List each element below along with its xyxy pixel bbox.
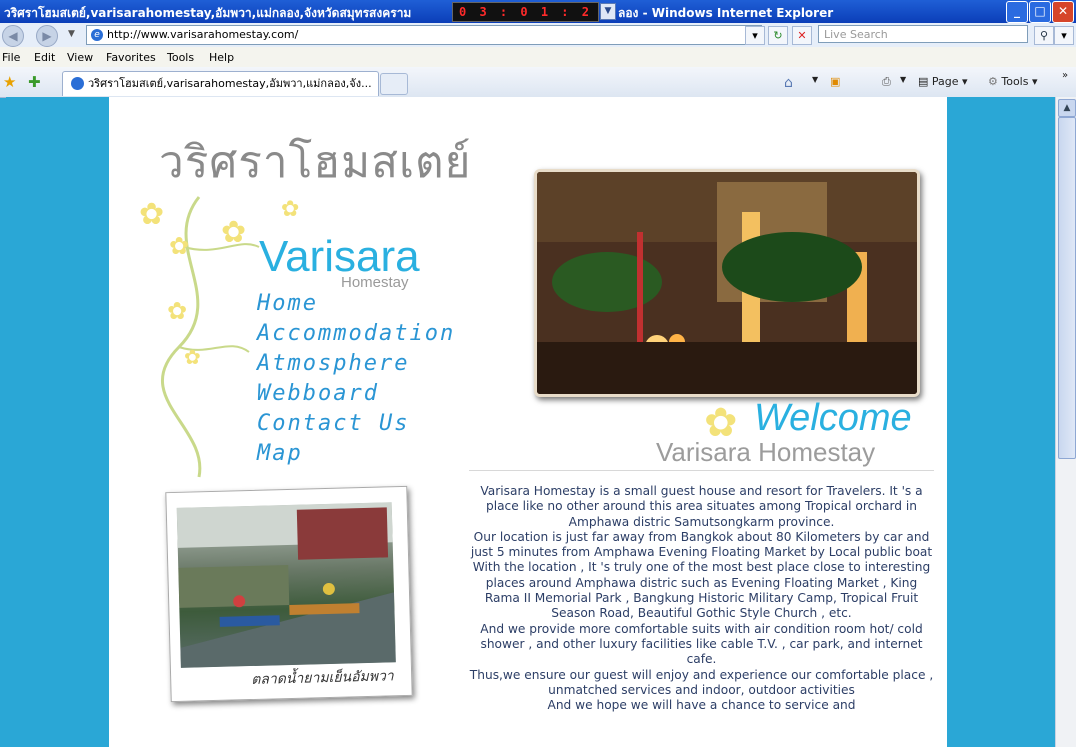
nav-accommodation[interactable]: Accommodation xyxy=(257,319,455,349)
search-icon[interactable]: ⚲ xyxy=(1034,26,1054,45)
intro-paragraph: Our location is just far away from Bangk… xyxy=(470,529,933,560)
flower-icon: ✿ xyxy=(184,345,201,369)
feeds-icon[interactable]: ▣ xyxy=(830,75,840,88)
timer-display: 0 3 : 0 1 : 2 0 xyxy=(452,2,599,37)
nav-contact-us[interactable]: Contact Us xyxy=(257,409,455,439)
back-button[interactable]: ◀ xyxy=(2,25,24,47)
close-button[interactable]: ✕ xyxy=(1052,1,1074,23)
favorites-star-icon[interactable]: ★ xyxy=(3,73,16,91)
window-title-bar: วริศราโฮมสเตย์,varisarahomestay,อัมพวา,แ… xyxy=(0,0,1076,37)
stop-icon[interactable]: ✕ xyxy=(792,26,812,45)
tab-bar: ★ ✚ วริศราโฮมสเตย์,varisarahomestay,อัมพ… xyxy=(0,67,1076,98)
flower-icon: ✿ xyxy=(281,197,300,222)
tools-menu[interactable]: ⚙ Tools ▾ xyxy=(988,75,1038,88)
flower-icon: ✿ xyxy=(167,297,188,325)
vertical-scrollbar[interactable]: ▲ xyxy=(1055,97,1076,747)
history-dropdown-icon[interactable]: ▼ xyxy=(68,29,75,39)
hero-photo xyxy=(534,169,920,397)
home-icon[interactable]: ⌂ xyxy=(784,75,793,91)
tab-title: วริศราโฮมสเตย์,varisarahomestay,อัมพวา,แ… xyxy=(88,77,372,90)
site-nav: Home Accommodation Atmosphere Webboard C… xyxy=(257,289,455,469)
menu-favorites[interactable]: Favorites xyxy=(106,51,156,64)
menu-edit[interactable]: Edit xyxy=(34,51,55,64)
flower-icon: ✿ xyxy=(139,197,165,232)
refresh-icon[interactable]: ↻ xyxy=(768,26,788,45)
menu-view[interactable]: View xyxy=(67,51,93,64)
search-options-icon[interactable]: ▾ xyxy=(1054,26,1074,45)
welcome-subheading: Varisara Homestay xyxy=(656,437,876,467)
logo-thai: วริศราโฮมสเตย์ xyxy=(159,137,472,188)
live-search-input[interactable]: Live Search xyxy=(818,25,1028,43)
address-dropdown-icon[interactable]: ▾ xyxy=(745,26,765,45)
timer-dropdown-icon[interactable]: ▼ xyxy=(600,3,616,20)
hero-photo-illustration xyxy=(537,172,917,394)
page-label: Page xyxy=(931,75,959,88)
address-url: http://www.varisarahomestay.com/ xyxy=(107,28,299,41)
nav-home[interactable]: Home xyxy=(257,289,455,319)
nav-map[interactable]: Map xyxy=(257,439,455,469)
ie-page-icon: e xyxy=(91,29,103,41)
window-title-right: ลอง - Windows Internet Explorer xyxy=(618,6,834,20)
menu-help[interactable]: Help xyxy=(209,51,234,64)
gear-icon: ⚙ xyxy=(988,75,1002,88)
intro-paragraph: And we provide more comfortable suits wi… xyxy=(480,621,923,667)
nav-atmosphere[interactable]: Atmosphere xyxy=(257,349,455,379)
nav-webboard[interactable]: Webboard xyxy=(257,379,455,409)
welcome-heading: Welcome xyxy=(754,397,912,439)
print-icon[interactable]: ⎙ xyxy=(882,75,891,89)
print-dropdown-icon[interactable]: ▼ xyxy=(900,75,906,84)
add-favorites-icon[interactable]: ✚ xyxy=(28,73,41,91)
maximize-button[interactable]: □ xyxy=(1029,1,1051,23)
chevron-more-icon[interactable]: » xyxy=(1062,70,1068,81)
market-photo-image xyxy=(176,502,396,668)
market-photo: ตลาดน้ำยามเย็นอัมพวา xyxy=(165,485,413,703)
intro-paragraph: Varisara Homestay is a small guest house… xyxy=(480,484,923,529)
web-content: ✿ ✿ ✿ ✿ ✿ ✿ ✿ วริศราโฮมสเตย์ Varisara Ho… xyxy=(6,97,1055,747)
intro-paragraph: And we hope we will have a chance to ser… xyxy=(547,698,856,713)
flower-icon: ✿ xyxy=(169,232,190,260)
minimize-button[interactable]: _ xyxy=(1006,1,1028,23)
flower-icon: ✿ xyxy=(221,215,247,250)
menu-bar: File Edit View Favorites Tools Help xyxy=(0,47,1076,67)
divider xyxy=(469,470,934,471)
page-icon: ▤ xyxy=(918,75,932,88)
menu-file[interactable]: File xyxy=(2,51,20,64)
site-page: ✿ ✿ ✿ ✿ ✿ ✿ ✿ วริศราโฮมสเตย์ Varisara Ho… xyxy=(109,97,947,747)
home-dropdown-icon[interactable]: ▼ xyxy=(812,75,818,84)
intro-text: Varisara Homestay is a small guest house… xyxy=(469,484,934,713)
scroll-thumb[interactable] xyxy=(1058,117,1076,459)
forward-button[interactable]: ▶ xyxy=(36,25,58,47)
tools-label: Tools xyxy=(1001,75,1029,88)
menu-tools[interactable]: Tools xyxy=(167,51,194,64)
new-tab-button[interactable] xyxy=(380,73,408,95)
ie-tab-icon xyxy=(71,77,84,90)
vine-decoration xyxy=(161,196,260,478)
page-menu[interactable]: ▤ Page ▾ xyxy=(918,75,968,88)
address-bar-row: ◀ ▶ ▼ e http://www.varisarahomestay.com/ … xyxy=(0,23,1076,47)
scroll-up-icon[interactable]: ▲ xyxy=(1058,99,1076,117)
intro-paragraph: With the location , It 's truly one of t… xyxy=(472,560,931,621)
market-photo-caption: ตลาดน้ำยามเย็นอัมพวา xyxy=(251,668,394,689)
intro-paragraph: Thus,we ensure our guest will enjoy and … xyxy=(469,667,934,697)
browser-tab[interactable]: วริศราโฮมสเตย์,varisarahomestay,อัมพวา,แ… xyxy=(62,71,379,96)
address-field[interactable]: e http://www.varisarahomestay.com/ xyxy=(86,25,762,45)
window-title-left: วริศราโฮมสเตย์,varisarahomestay,อัมพวา,แ… xyxy=(4,6,412,20)
